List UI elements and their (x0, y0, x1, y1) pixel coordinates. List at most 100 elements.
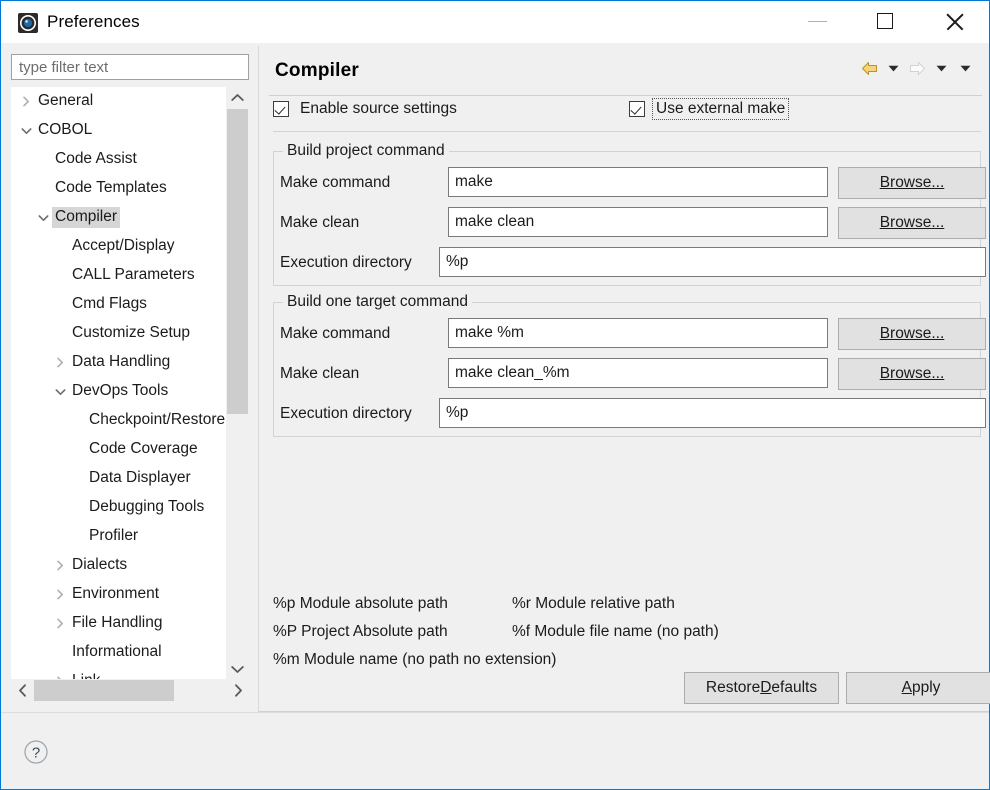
target-execution-directory-input[interactable] (439, 398, 986, 428)
checkbox-box-icon (629, 101, 645, 117)
tree-item-environment[interactable]: Environment (11, 580, 233, 609)
make-command-label: Make command (280, 325, 390, 343)
chevron-right-icon[interactable] (53, 617, 67, 631)
project-make-command-input[interactable] (448, 167, 828, 197)
enable-source-settings-label: Enable source settings (297, 99, 460, 119)
tree-item-label: Code Coverage (86, 439, 201, 460)
tree-item-general[interactable]: General (11, 87, 233, 116)
tree-item-label: CALL Parameters (69, 265, 198, 286)
tree-item-dialects[interactable]: Dialects (11, 551, 233, 580)
tree-item-file-handling[interactable]: File Handling (11, 609, 233, 638)
tree-item-link[interactable]: Link (11, 667, 233, 679)
enable-source-settings-checkbox[interactable]: Enable source settings (273, 99, 460, 119)
window-title: Preferences (47, 12, 140, 32)
restore-defaults-mnemonic: D (760, 679, 771, 697)
tree-item-data-handling[interactable]: Data Handling (11, 348, 233, 377)
tree-item-label: Accept/Display (69, 236, 178, 257)
compiler-preference-page: Compiler (258, 46, 989, 712)
scroll-left-button[interactable] (11, 679, 33, 702)
browse-label: Browse... (880, 214, 945, 232)
target-make-clean-input[interactable] (448, 358, 828, 388)
tree-item-code-coverage[interactable]: Code Coverage (11, 435, 233, 464)
tree-item-label: Compiler (52, 207, 120, 228)
project-make-clean-input[interactable] (448, 207, 828, 237)
chevron-down-icon[interactable] (53, 385, 67, 399)
tree-item-cmd-flags[interactable]: Cmd Flags (11, 290, 233, 319)
tree-item-devops-tools[interactable]: DevOps Tools (11, 377, 233, 406)
target-make-command-input[interactable] (448, 318, 828, 348)
section-divider (273, 131, 981, 132)
chevron-right-icon[interactable] (19, 95, 33, 109)
tree-item-label: Link (69, 671, 103, 679)
restore-defaults-pre: Restore (706, 679, 760, 697)
tree-item-customize-setup[interactable]: Customize Setup (11, 319, 233, 348)
minimize-button[interactable] (794, 1, 840, 41)
chevron-right-icon[interactable] (53, 588, 67, 602)
tree-item-label: Data Displayer (86, 468, 194, 489)
group-title: Build one target command (283, 293, 472, 311)
tree-item-label: DevOps Tools (69, 381, 171, 402)
page-navigation-toolbar (857, 57, 977, 79)
preferences-target-icon (18, 13, 38, 33)
help-question-icon[interactable]: ? (23, 739, 49, 765)
tree-item-label: Environment (69, 584, 162, 605)
tree-item-code-templates[interactable]: Code Templates (11, 174, 233, 203)
forward-history-dropdown[interactable] (929, 57, 953, 79)
tree-item-debugging-tools[interactable]: Debugging Tools (11, 493, 233, 522)
tree-item-call-parameters[interactable]: CALL Parameters (11, 261, 233, 290)
close-button[interactable] (932, 1, 978, 41)
page-overflow-menu[interactable] (953, 57, 977, 79)
tree-item-cobol[interactable]: COBOL (11, 116, 233, 145)
tree-item-accept-display[interactable]: Accept/Display (11, 232, 233, 261)
browse-label: Browse... (880, 365, 945, 383)
chevron-down-icon[interactable] (19, 124, 33, 138)
scroll-down-button[interactable] (226, 659, 249, 679)
back-history-dropdown[interactable] (881, 57, 905, 79)
tree-item-label: General (35, 91, 96, 112)
tree-horizontal-scrollbar[interactable] (11, 679, 249, 702)
svg-text:?: ? (32, 745, 40, 762)
legend-p-module-absolute-path: %p Module absolute path (273, 595, 448, 613)
tree-item-data-displayer[interactable]: Data Displayer (11, 464, 233, 493)
tree-hscroll-thumb[interactable] (34, 680, 174, 701)
tree-item-checkpoint-restore[interactable]: Checkpoint/Restore (11, 406, 233, 435)
target-make-command-browse-button[interactable]: Browse... (838, 318, 986, 350)
tree-scroll-thumb[interactable] (227, 109, 248, 414)
project-make-command-browse-button[interactable]: Browse... (838, 167, 986, 199)
back-button[interactable] (857, 57, 881, 79)
make-clean-label: Make clean (280, 214, 359, 232)
forward-arrow-icon (909, 61, 926, 76)
tree-item-label: Customize Setup (69, 323, 193, 344)
tree-vertical-scrollbar[interactable] (226, 87, 249, 679)
maximize-button[interactable] (862, 1, 908, 41)
chevron-down-icon (231, 665, 244, 674)
project-execution-directory-input[interactable] (439, 247, 986, 277)
scroll-up-button[interactable] (226, 87, 249, 107)
preferences-tree[interactable]: General COBOLCode AssistCode Templates Com… (11, 87, 249, 679)
group-title: Build project command (283, 142, 449, 160)
chevron-left-icon (18, 684, 27, 697)
minimize-icon (808, 21, 827, 22)
forward-button[interactable] (905, 57, 929, 79)
close-icon (944, 10, 966, 32)
chevron-right-icon[interactable] (53, 356, 67, 370)
execution-directory-label: Execution directory (280, 254, 412, 272)
tree-item-label: Checkpoint/Restore (86, 410, 228, 431)
make-clean-label: Make clean (280, 365, 359, 383)
scroll-right-button[interactable] (227, 679, 249, 702)
tree-item-compiler[interactable]: Compiler (11, 203, 233, 232)
tree-item-code-assist[interactable]: Code Assist (11, 145, 233, 174)
apply-button[interactable]: Apply (846, 672, 990, 704)
chevron-right-icon[interactable] (53, 559, 67, 573)
tree-item-informational[interactable]: Informational (11, 638, 233, 667)
legend-capital-p-project-absolute-path: %P Project Absolute path (273, 623, 448, 641)
use-external-make-checkbox[interactable]: Use external make (629, 99, 788, 119)
search-input[interactable] (11, 54, 249, 80)
tree-item-profiler[interactable]: Profiler (11, 522, 233, 551)
target-make-clean-browse-button[interactable]: Browse... (838, 358, 986, 390)
apply-mnemonic: A (902, 679, 912, 697)
chevron-down-icon (888, 65, 899, 72)
project-make-clean-browse-button[interactable]: Browse... (838, 207, 986, 239)
chevron-down-icon[interactable] (36, 211, 50, 225)
restore-defaults-button[interactable]: Restore Defaults (684, 672, 839, 704)
